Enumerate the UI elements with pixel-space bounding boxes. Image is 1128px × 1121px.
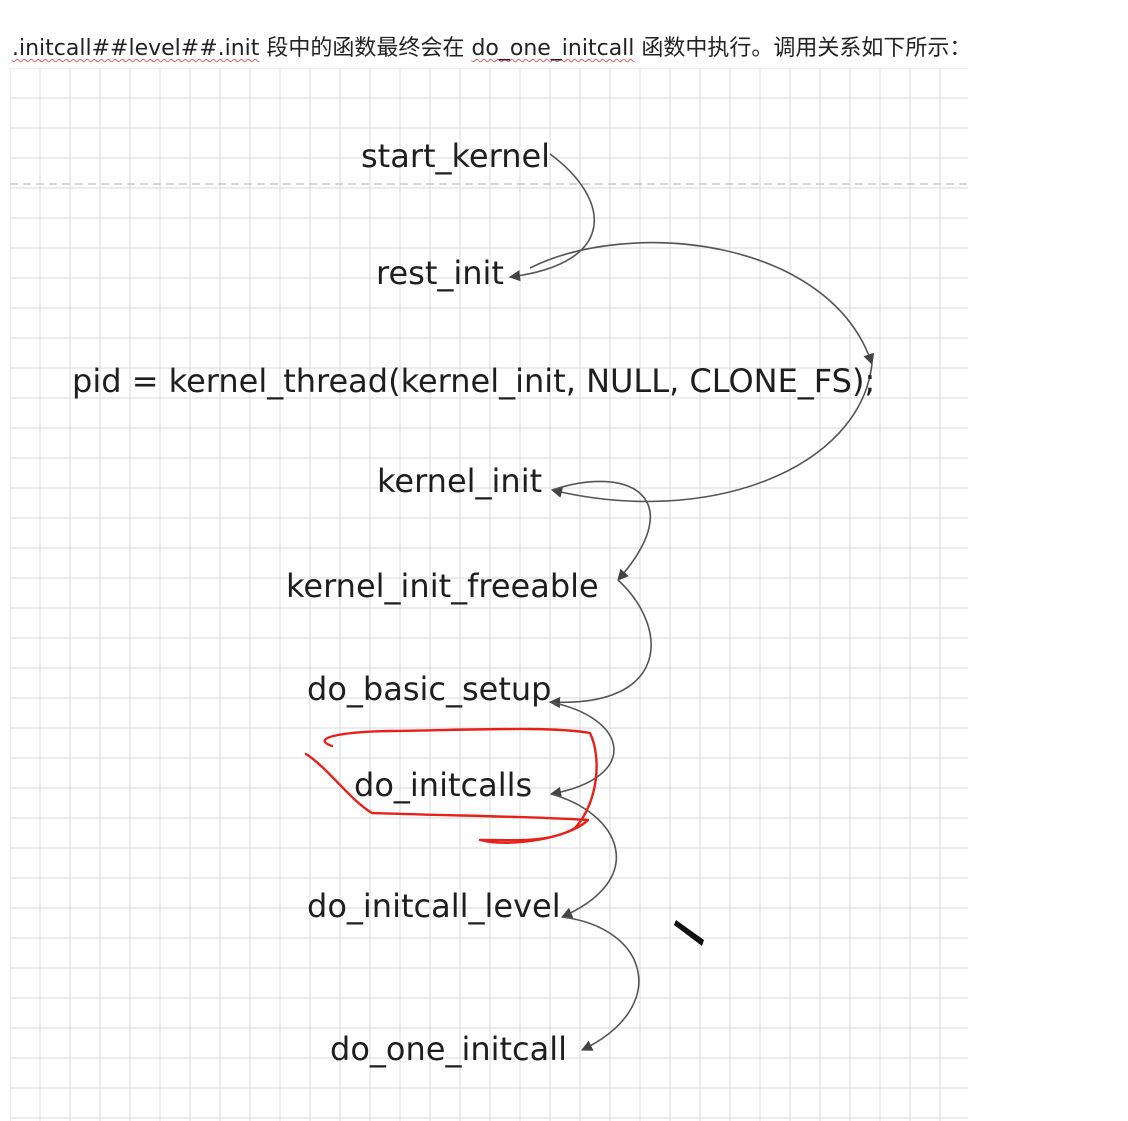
node-do-initcall-level: do_initcall_level	[307, 887, 561, 925]
call-arrow	[561, 916, 640, 1051]
node-do-initcalls: do_initcalls	[354, 766, 532, 804]
intro-prefix: .initcall##level##.init	[12, 36, 260, 61]
intro-suffix: 函数中执行。调用关系如下所示：	[634, 36, 972, 61]
intro-middle: 段中的函数最终会在	[259, 36, 472, 61]
call-arrow	[550, 793, 618, 919]
node-start-kernel: start_kernel	[361, 137, 550, 175]
node-kernel-init-freeable: kernel_init_freeable	[286, 567, 599, 605]
call-nodes: start_kernel rest_init pid = kernel_thre…	[72, 137, 875, 1068]
call-arrow	[549, 701, 615, 798]
node-do-basic-setup: do_basic_setup	[307, 670, 551, 708]
node-kernel-init: kernel_init	[377, 462, 542, 500]
intro-func: do_one_initcall	[471, 36, 635, 61]
node-do-one-initcall: do_one_initcall	[330, 1030, 567, 1068]
intro-text: .initcall##level##.init 段中的函数最终会在 do_one…	[12, 30, 971, 62]
node-rest-init: rest_init	[376, 254, 504, 292]
node-kernel-thread: pid = kernel_thread(kernel_init, NULL, C…	[72, 362, 875, 400]
call-graph-svg: start_kernel rest_init pid = kernel_thre…	[10, 68, 968, 1121]
call-arrow	[551, 480, 651, 581]
call-arrow	[529, 241, 875, 366]
call-graph-diagram: start_kernel rest_init pid = kernel_thre…	[10, 68, 968, 1121]
